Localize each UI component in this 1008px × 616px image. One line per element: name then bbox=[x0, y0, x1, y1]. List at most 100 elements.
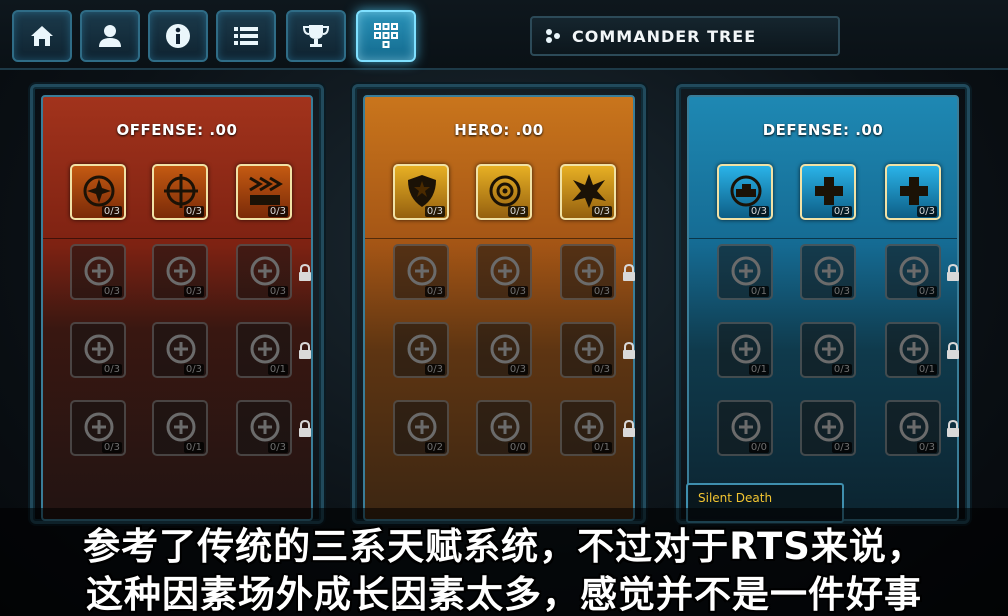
defense-skill-node[interactable]: 0/1 bbox=[717, 322, 773, 378]
skill-rank: 0/3 bbox=[101, 286, 122, 297]
defense-skill-node[interactable]: 0/3 bbox=[800, 400, 856, 456]
lock-icon bbox=[298, 263, 312, 282]
skill-rank: 0/1 bbox=[748, 286, 769, 297]
page-title-box: COMMANDER TREE bbox=[530, 16, 840, 56]
skill-rank: 0/3 bbox=[831, 442, 852, 453]
skill-rank: 0/3 bbox=[267, 442, 288, 453]
skill-rank: 0/3 bbox=[591, 364, 612, 375]
skill-rank: 0/3 bbox=[916, 206, 937, 217]
skill-rank: 0/3 bbox=[183, 286, 204, 297]
hero-skill-node[interactable]: 0/3 bbox=[560, 322, 616, 378]
skill-rank: 0/3 bbox=[183, 364, 204, 375]
achievements-button[interactable] bbox=[286, 10, 346, 62]
skill-rank: 0/3 bbox=[101, 364, 122, 375]
caption-line-1: 参考了传统的三系天赋系统，不过对于RTS来说， bbox=[83, 525, 925, 568]
hero-skill-node[interactable]: 0/1 bbox=[560, 400, 616, 456]
defense-skill-node[interactable]: 0/3 bbox=[717, 164, 773, 220]
hero-skill-node[interactable]: 0/3 bbox=[476, 164, 532, 220]
home-icon bbox=[31, 26, 53, 46]
tooltip-title: Silent Death bbox=[698, 491, 773, 505]
defense-panel: DEFENSE: .00 bbox=[676, 84, 970, 524]
skill-rank: 0/0 bbox=[748, 442, 769, 453]
hero-panel-inner: HERO: .00 bbox=[363, 95, 635, 521]
lock-icon bbox=[298, 419, 312, 438]
offense-title: OFFENSE: .00 bbox=[116, 121, 238, 139]
defense-panel-inner: DEFENSE: .00 bbox=[687, 95, 959, 521]
skill-rank: 0/3 bbox=[507, 364, 528, 375]
defense-skill-node[interactable]: 0/3 bbox=[800, 322, 856, 378]
skill-rank: 0/3 bbox=[424, 364, 445, 375]
offense-skill-node[interactable]: 0/3 bbox=[70, 400, 126, 456]
hero-skill-node[interactable]: 0/0 bbox=[476, 400, 532, 456]
lock-icon bbox=[946, 263, 960, 282]
skill-rank: 0/3 bbox=[183, 206, 204, 217]
offense-skill-node[interactable]: 0/3 bbox=[152, 244, 208, 300]
offense-skill-node[interactable]: 0/3 bbox=[152, 322, 208, 378]
skill-rank: 0/3 bbox=[424, 206, 445, 217]
defense-skill-node[interactable]: 0/3 bbox=[885, 244, 941, 300]
offense-skill-node[interactable]: 0/3 bbox=[236, 400, 292, 456]
defense-skill-node[interactable]: 0/3 bbox=[800, 164, 856, 220]
hero-skill-node[interactable]: 0/3 bbox=[393, 244, 449, 300]
hero-panel: HERO: .00 bbox=[352, 84, 646, 524]
tree-nodes-icon bbox=[546, 29, 560, 43]
skill-rank: 0/3 bbox=[916, 286, 937, 297]
defense-title: DEFENSE: .00 bbox=[762, 121, 884, 139]
skill-rank: 0/1 bbox=[916, 364, 937, 375]
page-title: COMMANDER TREE bbox=[572, 26, 757, 46]
skill-rank: 0/3 bbox=[267, 286, 288, 297]
info-icon bbox=[166, 24, 190, 48]
skill-rank: 0/3 bbox=[916, 442, 937, 453]
caption-overlay: 参考了传统的三系天赋系统，不过对于RTS来说， 这种因素场外成长因素太多，感觉并… bbox=[0, 508, 1008, 616]
offense-skill-node[interactable]: 0/3 bbox=[152, 164, 208, 220]
offense-skill-node[interactable]: 0/3 bbox=[236, 164, 292, 220]
hero-skill-node[interactable]: 0/2 bbox=[393, 400, 449, 456]
hero-skill-node[interactable]: 0/3 bbox=[560, 244, 616, 300]
person-icon bbox=[99, 25, 121, 47]
hero-skill-node[interactable]: 0/3 bbox=[476, 322, 532, 378]
offense-skill-node[interactable]: 0/3 bbox=[70, 164, 126, 220]
hero-skill-node[interactable]: 0/3 bbox=[393, 322, 449, 378]
defense-skill-node[interactable]: 0/3 bbox=[800, 244, 856, 300]
offense-skill-node[interactable]: 0/3 bbox=[70, 322, 126, 378]
tree-icon bbox=[374, 23, 398, 48]
lock-icon bbox=[946, 419, 960, 438]
skill-rank: 0/3 bbox=[591, 206, 612, 217]
defense-skill-node[interactable]: 0/1 bbox=[885, 322, 941, 378]
hero-skill-node[interactable]: 0/3 bbox=[560, 164, 616, 220]
home-button[interactable] bbox=[12, 10, 72, 62]
defense-skill-node[interactable]: 0/1 bbox=[717, 244, 773, 300]
profile-button[interactable] bbox=[80, 10, 140, 62]
skill-rank: 0/0 bbox=[507, 442, 528, 453]
skill-rank: 0/3 bbox=[424, 286, 445, 297]
offense-panel: OFFENSE: .00 bbox=[30, 84, 324, 524]
list-button[interactable] bbox=[216, 10, 276, 62]
skill-rank: 0/3 bbox=[507, 206, 528, 217]
offense-skill-node[interactable]: 0/1 bbox=[152, 400, 208, 456]
lock-icon bbox=[622, 419, 636, 438]
hero-skill-node[interactable]: 0/3 bbox=[393, 164, 449, 220]
lock-icon bbox=[622, 263, 636, 282]
skill-rank: 0/1 bbox=[267, 364, 288, 375]
skill-rank: 0/3 bbox=[831, 364, 852, 375]
skill-rank: 0/3 bbox=[748, 206, 769, 217]
lock-icon bbox=[946, 341, 960, 360]
offense-skill-node[interactable]: 0/1 bbox=[236, 322, 292, 378]
commander-tree-button[interactable] bbox=[356, 10, 416, 62]
offense-skill-node[interactable]: 0/3 bbox=[236, 244, 292, 300]
defense-skill-node[interactable]: 0/0 bbox=[717, 400, 773, 456]
info-button[interactable] bbox=[148, 10, 208, 62]
skill-rank: 0/3 bbox=[591, 286, 612, 297]
caption-line-2: 这种因素场外成长因素太多，感觉并不是一件好事 bbox=[86, 573, 922, 616]
offense-panel-inner: OFFENSE: .00 bbox=[41, 95, 313, 521]
trophy-icon bbox=[302, 25, 330, 47]
top-nav-bar: COMMANDER TREE bbox=[0, 0, 1008, 70]
defense-skill-node[interactable]: 0/3 bbox=[885, 164, 941, 220]
skill-rank: 0/1 bbox=[748, 364, 769, 375]
hero-skill-node[interactable]: 0/3 bbox=[476, 244, 532, 300]
defense-skill-node[interactable]: 0/3 bbox=[885, 400, 941, 456]
skill-rank: 0/3 bbox=[267, 206, 288, 217]
hero-title: HERO: .00 bbox=[454, 121, 544, 139]
offense-skill-node[interactable]: 0/3 bbox=[70, 244, 126, 300]
list-icon bbox=[234, 27, 258, 45]
